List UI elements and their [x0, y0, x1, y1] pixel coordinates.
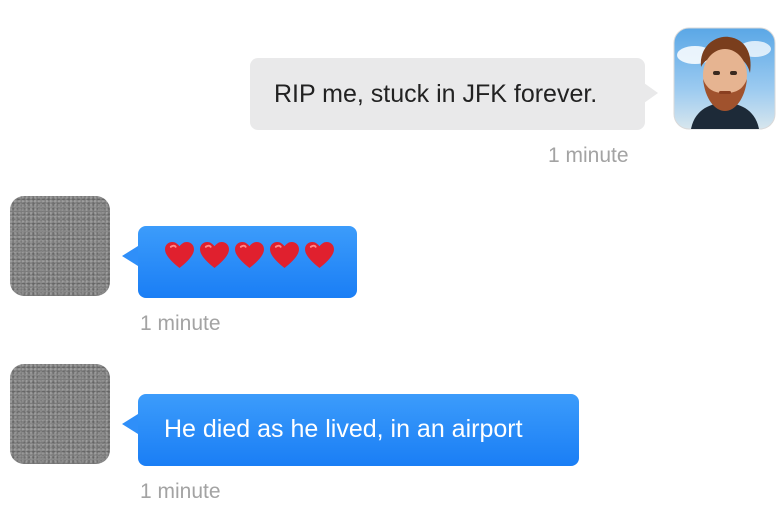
- red-heart-icon: [235, 241, 264, 269]
- red-heart-icon: [165, 241, 194, 269]
- bubble-tail: [122, 246, 138, 266]
- heart-emoji-row: [164, 239, 357, 269]
- chat-transcript: RIP me, stuck in JFK forever. 1 minute 1…: [0, 0, 782, 510]
- user-photo-avatar: [673, 27, 776, 130]
- contact-avatar[interactable]: [10, 364, 110, 464]
- message-bubble-incoming[interactable]: He died as he lived, in an airport: [138, 394, 579, 466]
- red-heart-icon: [305, 241, 334, 269]
- red-heart-icon: [270, 241, 299, 269]
- message-timestamp: 1 minute: [140, 312, 221, 335]
- message-timestamp: 1 minute: [548, 144, 629, 167]
- message-timestamp: 1 minute: [140, 480, 221, 503]
- bubble-tail: [644, 83, 658, 103]
- message-bubble-incoming[interactable]: [138, 226, 357, 298]
- contact-avatar[interactable]: [10, 196, 110, 296]
- bubble-tail: [122, 414, 138, 434]
- message-bubble-outgoing[interactable]: RIP me, stuck in JFK forever.: [250, 58, 645, 130]
- red-heart-icon: [200, 241, 229, 269]
- message-text: RIP me, stuck in JFK forever.: [274, 80, 598, 108]
- sender-avatar[interactable]: [673, 27, 776, 130]
- message-text: He died as he lived, in an airport: [164, 415, 523, 443]
